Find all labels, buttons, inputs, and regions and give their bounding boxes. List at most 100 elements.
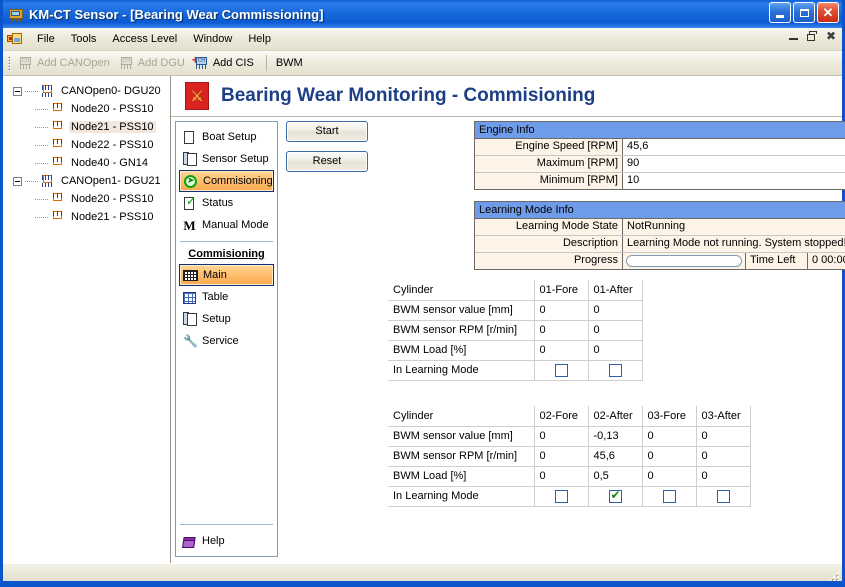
checkbox-cell[interactable]: [588, 486, 643, 507]
close-button[interactable]: ✕: [817, 2, 839, 23]
tree-node-label: Node21 - PSS10: [71, 211, 154, 223]
tree-line: [25, 180, 38, 182]
window-title: KM-CT Sensor - [Bearing Wear Commissioni…: [29, 6, 324, 22]
mdi-close-icon[interactable]: ✖: [826, 30, 836, 42]
engine-maximum-label: Maximum [RPM]: [475, 156, 623, 172]
nav-label: Status: [202, 197, 234, 209]
menu-item-access-level[interactable]: Access Level: [104, 30, 185, 48]
node-icon: [50, 192, 65, 206]
collapse-icon[interactable]: [13, 176, 22, 186]
learning-mode-state-value: NotRunning: [623, 219, 845, 235]
tree-node-node20-a[interactable]: Node20 - PSS10: [3, 100, 170, 118]
add-cis-button[interactable]: + CH Add CIS: [191, 54, 260, 72]
cell-value: 0: [588, 340, 643, 361]
cylinder-table-1: Cylinder 01-Fore 01-After BWM sensor val…: [388, 280, 643, 381]
nav-item-help[interactable]: Help: [179, 530, 274, 552]
page-title: Bearing Wear Monitoring - Commisioning: [221, 85, 596, 106]
bwm-button[interactable]: BWM: [273, 55, 309, 71]
tree-node-canopen1[interactable]: CANOpen1- DGU21: [3, 172, 170, 190]
tree-node-node21-b[interactable]: Node21 - PSS10: [3, 208, 170, 226]
nav-item-status[interactable]: ✓ Status: [179, 192, 274, 214]
tree-node-label: CANOpen0- DGU20: [61, 85, 161, 97]
cell-value: 45,6: [588, 446, 643, 467]
row-label: In Learning Mode: [388, 360, 535, 381]
nav-footer-separator: [180, 524, 273, 525]
tree-node-node22[interactable]: Node22 - PSS10: [3, 136, 170, 154]
add-dgu-label: Add DGU: [137, 57, 185, 69]
window-bottom-accent: [3, 581, 842, 584]
cell-value: 0: [588, 320, 643, 341]
progress-cell: [623, 253, 746, 269]
node-icon: [50, 156, 65, 170]
nav-label: Sensor Setup: [202, 153, 269, 165]
maximize-icon: [799, 8, 809, 17]
keyboard-icon: [183, 268, 198, 283]
learning-mode-checkbox[interactable]: [716, 489, 730, 503]
reset-button[interactable]: Reset: [286, 151, 368, 172]
minimize-button[interactable]: [769, 2, 791, 23]
tree-node-label: Node20 - PSS10: [71, 193, 154, 205]
node-icon: [50, 138, 65, 152]
cell-value: 0: [642, 466, 697, 487]
checkbox-cell[interactable]: [588, 360, 643, 381]
cell-value: 0: [696, 466, 751, 487]
nav-item-manual-mode[interactable]: M Manual Mode: [179, 214, 274, 236]
start-button[interactable]: Start: [286, 121, 368, 142]
checkbox-cell[interactable]: [534, 486, 589, 507]
cell-value: 0: [534, 426, 589, 447]
work-area: Start Reset Engine Info Engine Speed [RP…: [278, 117, 845, 563]
cell-value: 0: [588, 300, 643, 321]
table-row: Cylinder 02-Fore 02-After 03-Fore 03-Aft…: [388, 406, 751, 427]
mdi-minimize-icon[interactable]: [788, 32, 798, 41]
learning-mode-checkbox[interactable]: [662, 489, 676, 503]
nav-item-sensor-setup[interactable]: Sensor Setup: [179, 148, 274, 170]
nav-item-commisioning[interactable]: ➤ Commisioning: [179, 170, 274, 192]
wrench-icon: 🔧: [183, 333, 198, 348]
nav-item-table[interactable]: Table: [179, 286, 274, 308]
mdi-restore-icon[interactable]: [806, 31, 817, 41]
checkbox-cell[interactable]: [642, 486, 697, 507]
tree-line: [35, 216, 48, 218]
tree-node-node20-b[interactable]: Node20 - PSS10: [3, 190, 170, 208]
description-value: Learning Mode not running. System stoppe…: [623, 236, 845, 252]
nav-separator: [180, 241, 273, 242]
cell-value: 0: [696, 446, 751, 467]
tree-line: [35, 126, 48, 128]
tree-node-node40[interactable]: Node40 - GN14: [3, 154, 170, 172]
learning-mode-checkbox[interactable]: [554, 363, 568, 377]
nav-label: Table: [202, 291, 229, 303]
cell-value: 0: [534, 300, 589, 321]
node-icon: [50, 102, 65, 116]
learning-mode-checkbox[interactable]: [554, 489, 568, 503]
learning-mode-checkbox[interactable]: [608, 488, 622, 503]
nav-item-setup[interactable]: Setup: [179, 308, 274, 330]
menu-item-tools[interactable]: Tools: [63, 30, 105, 48]
page-header: ⚔ Bearing Wear Monitoring - Commisioning: [171, 76, 842, 117]
maximize-button[interactable]: [793, 2, 815, 23]
toolbar-grip[interactable]: [8, 55, 11, 71]
navigation-panel: Boat Setup Sensor Setup ➤ Commisioning ✓…: [175, 121, 278, 557]
tree-line: [25, 90, 38, 92]
tree-node-canopen0[interactable]: CANOpen0- DGU20: [3, 82, 170, 100]
menu-item-help[interactable]: Help: [240, 30, 279, 48]
time-left-value: 0 00:00:00: [808, 253, 845, 269]
add-dgu-button[interactable]: CH Add DGU: [116, 54, 191, 72]
menu-item-file[interactable]: File: [29, 30, 63, 48]
device-tree[interactable]: CANOpen0- DGU20 Node20 - PSS10 Node21 - …: [3, 76, 171, 563]
learning-mode-checkbox[interactable]: [608, 363, 622, 377]
learning-mode-progress-row: Progress Time Left 0 00:00:00: [475, 253, 845, 269]
collapse-icon[interactable]: [13, 86, 22, 96]
row-label: BWM sensor value [mm]: [388, 300, 535, 321]
tree-node-node21-a[interactable]: Node21 - PSS10: [3, 118, 170, 136]
menu-item-window[interactable]: Window: [185, 30, 240, 48]
add-canopen-button[interactable]: CH Add CANOpen: [15, 54, 116, 72]
column-header: 01-Fore: [534, 280, 589, 301]
checkbox-cell[interactable]: [696, 486, 751, 507]
checkbox-cell[interactable]: [534, 360, 589, 381]
nav-item-main[interactable]: Main: [179, 264, 274, 286]
nav-item-boat-setup[interactable]: Boat Setup: [179, 126, 274, 148]
checklist-icon: ✓: [184, 193, 197, 210]
node-icon: [50, 120, 65, 134]
nav-item-service[interactable]: 🔧 Service: [179, 330, 274, 352]
